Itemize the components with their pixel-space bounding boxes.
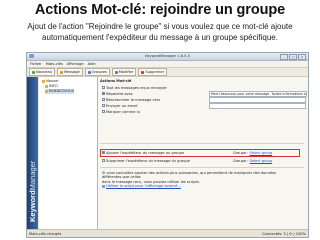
brand-logo: KeywordManager (28, 161, 37, 222)
option-leave-group[interactable]: Supprimer l'expéditeur du message du gro… (102, 158, 190, 163)
option-label: Envoyer un email (106, 103, 138, 108)
status-bar: Mots-clés chargés Connectés: 3 | ⟳ | 100… (27, 229, 308, 237)
divider (100, 143, 304, 144)
new-label: Nouveau (36, 70, 52, 74)
checkbox[interactable] (102, 159, 105, 162)
script-icon (102, 184, 105, 188)
menu-bar: Fichier Mots-clés Affichage Aide (27, 61, 308, 68)
option-label: Tout les messages reçus renvoyer (106, 85, 167, 90)
delete-icon (141, 70, 145, 74)
slide-subtitle: Ajout de l'action "Rejoindre le groupe" … (0, 21, 320, 43)
tree-item-label: Nouvel (46, 79, 59, 83)
delete-button[interactable]: Supprimer (138, 68, 168, 76)
toolbar: Nouveau Message Groupes Modifier Supprim… (27, 68, 308, 77)
divider (100, 167, 304, 168)
select-group-link[interactable]: Select group (250, 151, 273, 155)
menu-view[interactable]: Affichage (67, 61, 84, 67)
minimize-icon[interactable]: – (280, 54, 288, 60)
option-label: Ajouter l'expéditeur du message au group… (106, 150, 184, 155)
option-reacheminer[interactable]: Réacheminer le message vers (102, 97, 160, 102)
option-email[interactable]: Envoyer un email (102, 103, 137, 108)
status-left: Mots-clés chargés (29, 231, 62, 236)
checkbox[interactable] (102, 151, 105, 154)
tree-item-label: RENDEZVOUS (49, 89, 75, 93)
groups-icon (87, 70, 91, 74)
delete-label: Supprimer (145, 70, 165, 74)
slide-title: Actions Mot-clé: rejoindre un groupe (34, 2, 286, 18)
checkbox[interactable] (102, 86, 105, 89)
panel-title: Actions Mot-clé (100, 79, 132, 83)
close-icon[interactable]: × (298, 54, 306, 60)
keyword-tree: Nouvel INFO RENDEZVOUS (39, 77, 98, 230)
new-button[interactable]: Nouveau (29, 68, 55, 76)
option-label: Répondre avec (106, 91, 133, 96)
groups-label: Groupes (91, 70, 107, 74)
message-button[interactable]: Message (56, 68, 83, 76)
checkbox[interactable] (102, 110, 105, 113)
menu-file[interactable]: Fichier (30, 61, 42, 67)
folder-icon (42, 80, 45, 83)
note-line-1: Si vous souhaitez ajouter des actions pl… (102, 171, 277, 180)
option-label: Marquer comme lu (106, 109, 140, 114)
new-icon (32, 70, 35, 74)
checkbox[interactable] (102, 98, 105, 101)
group-target-label: Groupe : (233, 150, 249, 155)
checkbox[interactable] (102, 104, 105, 107)
edit-button[interactable]: Modifier (111, 68, 137, 76)
subtitle-line-2: automatiquement l'expéditeur du message … (42, 33, 278, 42)
maximize-icon[interactable]: □ (289, 54, 297, 60)
message-label: Message (63, 70, 80, 74)
tree-item-rendezvous[interactable]: RENDEZVOUS (45, 89, 75, 94)
window-controls: – □ × (280, 54, 306, 60)
brand-bold: Keyword (28, 190, 37, 222)
brand-sidebar: KeywordManager (27, 77, 38, 230)
option-lu[interactable]: Marquer comme lu (102, 109, 140, 114)
menu-help[interactable]: Aide (88, 61, 96, 67)
window-title: KeywordManager 1.6.5.5 (145, 54, 190, 58)
join-group-target: Groupe : Select group (233, 150, 272, 155)
select-group-link[interactable]: Select group (250, 159, 273, 163)
edit-icon (114, 70, 118, 74)
groups-button[interactable]: Groupes (84, 68, 110, 76)
menu-keywords[interactable]: Mots-clés (46, 61, 63, 67)
brand-light: Manager (28, 160, 37, 191)
status-right: Connectés: 3 | ⟳ | 100% (262, 231, 306, 236)
checkbox[interactable] (102, 92, 105, 95)
option-repondre[interactable]: Répondre avec (102, 91, 133, 96)
keyword-icon (45, 85, 48, 88)
edit-label: Modifier (118, 70, 134, 74)
actions-panel: Actions Mot-clé Tout les messages reçus … (98, 77, 308, 230)
group-target-label: Groupe : (233, 158, 249, 163)
message-icon (59, 70, 63, 74)
app-screenshot: KeywordManager 1.6.5.5 – □ × Fichier Mot… (26, 52, 309, 238)
subtitle-line-1: Ajout de l'action "Rejoindre le groupe" … (27, 22, 293, 31)
leave-group-target: Groupe : Select group (233, 158, 272, 163)
option-join-group[interactable]: Ajouter l'expéditeur du message au group… (102, 150, 184, 155)
option-renvoyer[interactable]: Tout les messages reçus renvoyer (102, 85, 167, 90)
window-titlebar: KeywordManager 1.6.5.5 – □ × (27, 53, 308, 61)
email-field[interactable] (209, 103, 306, 109)
advanced-script-link[interactable]: Utiliser le script pour l'affichage avan… (106, 184, 181, 188)
option-label: Réacheminer le message vers (106, 97, 161, 102)
tree-item-label: INFO (49, 84, 58, 88)
script-note: Si vous souhaitez ajouter des actions pl… (102, 171, 282, 189)
keyword-icon (45, 90, 48, 93)
option-label: Supprimer l'expéditeur du message du gro… (106, 158, 190, 163)
